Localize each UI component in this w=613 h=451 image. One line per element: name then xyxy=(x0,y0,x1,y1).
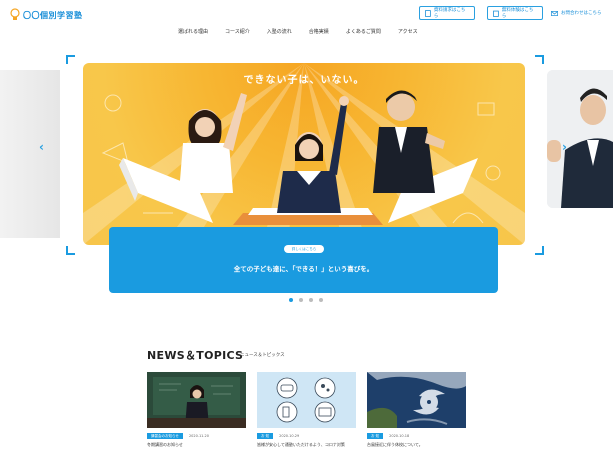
contact-button[interactable]: お問合わせはこちら xyxy=(551,6,609,20)
carousel-dot[interactable] xyxy=(299,298,303,302)
details-tag[interactable]: 詳しくはこちら xyxy=(284,245,324,253)
frame-corner xyxy=(66,246,75,255)
main-nav: 選ばれる理由 コース紹介 入塾の流れ 合格実績 よくあるご質問 アクセス xyxy=(178,28,435,35)
site-header: 〇〇個別学習塾 資料請求はこちら 無料体験はこちら お問合わせはこちら 選ばれる… xyxy=(0,0,613,44)
frame-corner xyxy=(535,246,544,255)
frame-corner xyxy=(535,55,544,64)
request-document-label: 資料請求はこちら xyxy=(433,8,466,19)
news-date: 2020.10.18 xyxy=(389,434,410,438)
logo-text: 〇〇個別学習塾 xyxy=(23,10,83,20)
hero-headline: できない子は、いない。 xyxy=(243,75,365,86)
free-trial-button[interactable]: 無料体験はこちら xyxy=(487,6,543,20)
news-section-subtitle: ニュース＆トピックス xyxy=(240,353,285,358)
free-trial-label: 無料体験はこちら xyxy=(501,8,534,19)
hero-illustration xyxy=(83,63,525,245)
document-icon xyxy=(425,9,431,17)
news-thumbnail xyxy=(367,372,466,428)
previous-slide-peek xyxy=(0,70,60,238)
news-thumbnail xyxy=(147,372,246,428)
site-logo[interactable]: 〇〇個別学習塾 xyxy=(10,6,83,24)
hero-slide[interactable]: できない子は、いない。 xyxy=(83,63,525,245)
news-category-badge: お 知 xyxy=(257,433,274,439)
news-section-title: NEWS＆TOPICS xyxy=(147,349,244,362)
news-thumbnail xyxy=(257,372,356,428)
carousel-dot[interactable] xyxy=(309,298,313,302)
next-slide-arrow[interactable]: › xyxy=(562,140,567,154)
contact-label: お問合わせはこちら xyxy=(561,11,602,16)
nav-item-access[interactable]: アクセス xyxy=(398,28,418,35)
news-category-badge: 講習会のお知らせ xyxy=(147,433,183,439)
prev-slide-arrow[interactable]: ‹ xyxy=(39,140,44,154)
news-date: 2020.11.20 xyxy=(188,434,209,438)
news-category-badge: お 知 xyxy=(367,433,384,439)
hero-caption-text: 全ての子ども達に、「できる！」という喜びを。 xyxy=(233,265,374,273)
news-title[interactable]: 皆様が安心して通塾いただけるよう、コロナ対策 xyxy=(257,442,356,448)
mail-icon xyxy=(551,10,558,16)
nav-item-results[interactable]: 合格実績 xyxy=(309,28,329,35)
nav-item-courses[interactable]: コース紹介 xyxy=(225,28,250,35)
news-card[interactable]: お 知 2020.10.18 台風接近に伴う休校について。 xyxy=(367,372,466,448)
news-date: 2020.10.29 xyxy=(279,434,300,438)
carousel-dot[interactable] xyxy=(289,298,293,302)
request-document-button[interactable]: 資料請求はこちら xyxy=(419,6,475,20)
nav-item-enrollment[interactable]: 入塾の流れ xyxy=(267,28,292,35)
hero-caption-box[interactable]: 詳しくはこちら 全ての子ども達に、「できる！」という喜びを。 xyxy=(109,227,498,293)
nav-item-reasons[interactable]: 選ばれる理由 xyxy=(178,28,208,35)
nav-item-faq[interactable]: よくあるご質問 xyxy=(346,28,381,35)
news-card[interactable]: 講習会のお知らせ 2020.11.20 冬期講習のお知らせ xyxy=(147,372,246,448)
next-slide-peek xyxy=(547,70,613,208)
calendar-icon xyxy=(493,10,499,17)
lightbulb-icon xyxy=(10,8,20,20)
carousel-dots xyxy=(289,298,323,302)
news-title[interactable]: 台風接近に伴う休校について。 xyxy=(367,442,466,448)
person-photo xyxy=(547,70,613,208)
news-card[interactable]: お 知 2020.10.29 皆様が安心して通塾いただけるよう、コロナ対策 xyxy=(257,372,356,448)
news-title[interactable]: 冬期講習のお知らせ xyxy=(147,442,246,448)
carousel-dot[interactable] xyxy=(319,298,323,302)
frame-corner xyxy=(66,55,75,64)
